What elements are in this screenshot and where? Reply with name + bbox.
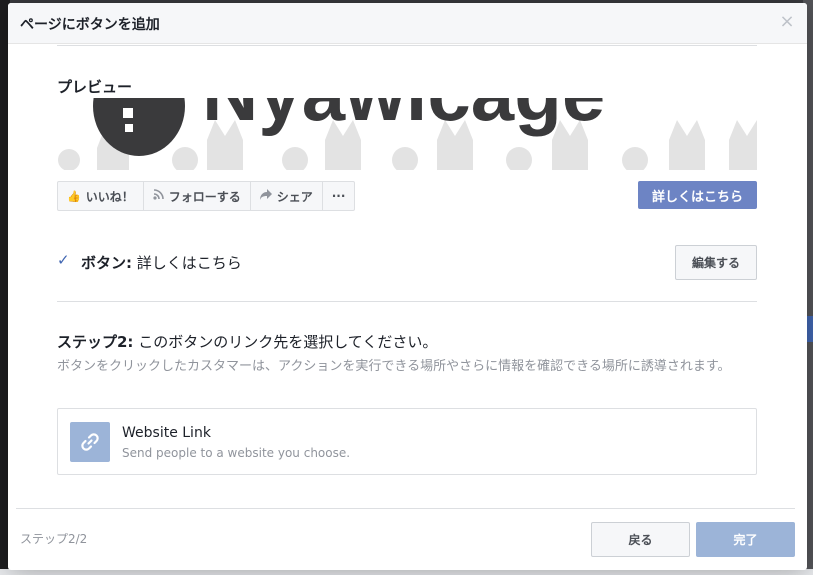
option-subtitle: Send people to a website you choose. (122, 446, 351, 460)
add-button-dialog: ページにボタンを追加 × プレビュー 👍 いいね！ フォローする シェア ···… (8, 3, 807, 570)
more-button[interactable]: ··· (323, 182, 355, 210)
cta-preview-button[interactable]: 詳しくはこちら (638, 181, 757, 209)
page-action-bar: 👍 いいね！ フォローする シェア ··· (57, 181, 356, 211)
like-button[interactable]: 👍 いいね！ (58, 182, 144, 210)
thumbs-up-icon: 👍 (67, 189, 81, 203)
share-arrow-icon (259, 189, 272, 203)
button-value: 詳しくはこちら (136, 254, 242, 272)
option-website-link[interactable]: Website Link Send people to a website yo… (57, 408, 757, 475)
preview-label: プレビュー (57, 78, 133, 96)
cover-photo: Nyawicage (57, 98, 757, 170)
cover-brand-text: Nyawicage (202, 98, 605, 137)
divider (16, 508, 795, 509)
close-icon[interactable]: × (779, 13, 795, 31)
follow-button[interactable]: フォローする (144, 182, 251, 210)
divider (57, 301, 757, 302)
done-button[interactable]: 完了 (696, 522, 795, 557)
more-icon: ··· (331, 189, 346, 203)
share-button[interactable]: シェア (251, 182, 323, 210)
option-title: Website Link (122, 425, 211, 441)
dialog-header: ページにボタンを追加 × (8, 3, 807, 44)
rss-icon (153, 189, 164, 203)
back-button[interactable]: 戻る (591, 522, 690, 557)
check-icon: ✓ (57, 251, 70, 269)
link-icon (70, 422, 110, 462)
step-title-text: このボタンのリンク先を選択してください。 (138, 333, 438, 351)
step-counter: ステップ2/2 (20, 532, 88, 546)
button-prefix: ボタン: (81, 254, 132, 272)
follow-label: フォローする (168, 189, 241, 204)
step-title-prefix: ステップ2: (57, 333, 134, 351)
dialog-title: ページにボタンを追加 (20, 17, 160, 33)
like-label: いいね！ (85, 189, 134, 204)
edit-button[interactable]: 編集する (675, 245, 757, 280)
selected-button-row: ✓ ボタン: 詳しくはこちら 編集する (57, 245, 757, 281)
share-label: シェア (276, 189, 313, 204)
step-title: ステップ2: このボタンのリンク先を選択してください。 (57, 331, 437, 352)
divider (57, 45, 757, 46)
step-description: ボタンをクリックしたカスタマーは、アクションを実行できる場所やさらに情報を確認で… (57, 359, 731, 374)
